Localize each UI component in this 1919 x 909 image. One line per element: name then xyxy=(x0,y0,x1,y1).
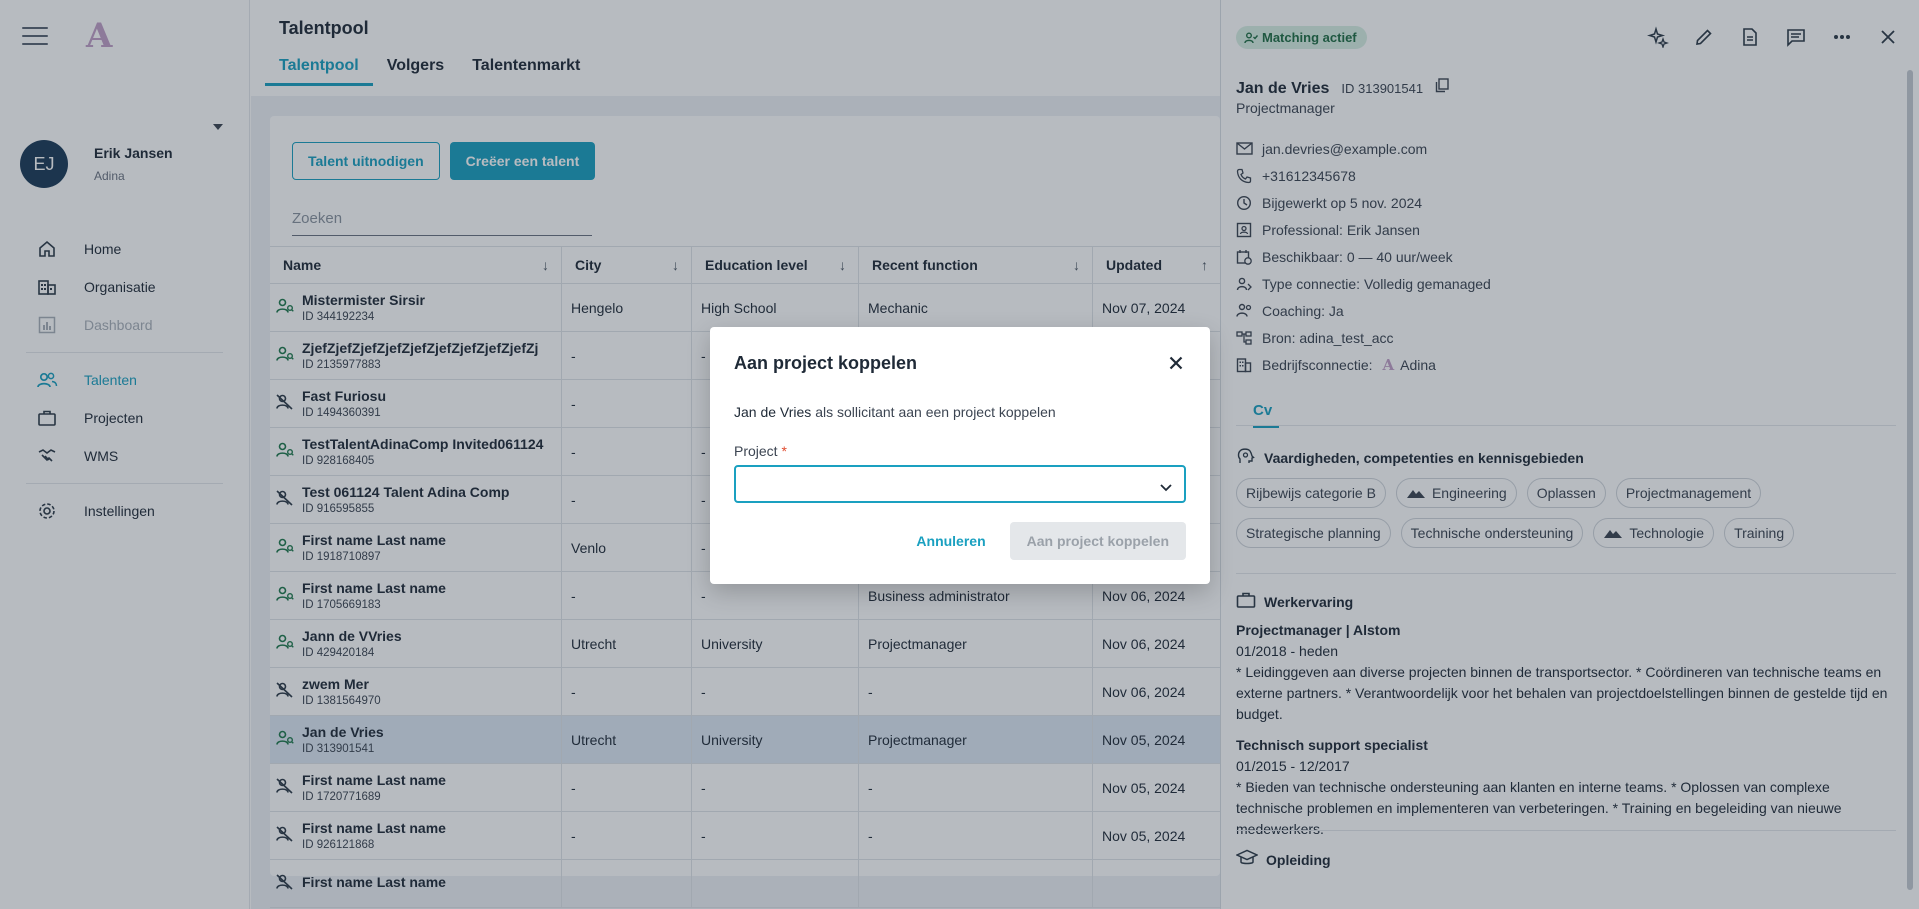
label-text: Project xyxy=(734,443,778,459)
cancel-button[interactable]: Annuleren xyxy=(904,522,997,560)
chevron-down-icon xyxy=(1160,479,1172,495)
close-icon[interactable] xyxy=(1166,353,1186,373)
dialog-description: Jan de Vries als sollicitant aan een pro… xyxy=(734,404,1056,420)
dialog-title: Aan project koppelen xyxy=(734,353,918,373)
project-select[interactable] xyxy=(734,465,1186,503)
link-project-dialog: Aan project koppelen Jan de Vries als so… xyxy=(710,327,1210,584)
project-field-label: Project * xyxy=(734,443,787,459)
description-text: als sollicitant aan een project koppelen xyxy=(811,404,1056,420)
talent-name: Jan de Vries xyxy=(734,404,812,420)
required-mark: * xyxy=(781,443,787,459)
link-project-button[interactable]: Aan project koppelen xyxy=(1009,522,1186,560)
